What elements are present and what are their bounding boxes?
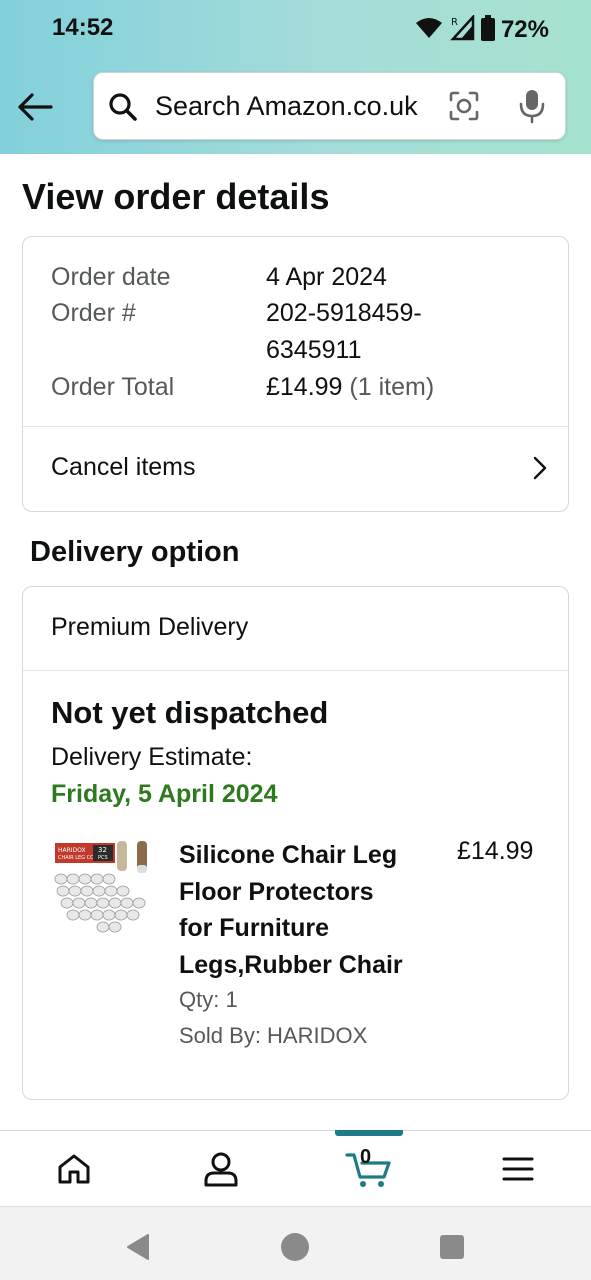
status-bar: 14:52 R 72%: [0, 0, 591, 58]
microphone-icon[interactable]: [518, 88, 546, 129]
person-icon: [204, 1152, 237, 1187]
product-image-brand: HARIDOX: [58, 847, 86, 854]
hamburger-menu-icon: [502, 1157, 533, 1181]
order-date-label: Order date: [51, 263, 171, 291]
circle-home-icon: [281, 1233, 309, 1261]
order-total-label: Order Total: [51, 373, 175, 401]
home-icon: [58, 1154, 89, 1184]
product-image-count: 32: [98, 846, 107, 854]
status-icons: R 72%: [415, 13, 549, 46]
product-seller: Sold By: HARIDOX: [179, 1023, 368, 1048]
camera-scan-icon[interactable]: [448, 90, 480, 127]
order-number-value-line1: 202-5918459-: [266, 299, 422, 327]
search-icon[interactable]: [108, 92, 138, 127]
cart-count-badge: 0: [360, 1146, 372, 1168]
product-price: £14.99: [457, 837, 534, 865]
order-total-value: £14.99 (1 item): [266, 373, 434, 402]
delivery-estimate-label: Delivery Estimate:: [51, 743, 253, 771]
order-total-items: (1 item): [349, 373, 435, 401]
signal-icon: R: [449, 13, 475, 46]
order-number-value-line2: 6345911: [266, 336, 362, 364]
product-title-line: Legs,Rubber Chair: [179, 950, 403, 979]
search-input[interactable]: Search Amazon.co.uk: [155, 91, 418, 122]
delivery-estimate-date: Friday, 5 April 2024: [51, 780, 278, 808]
arrow-left-icon: [18, 93, 53, 121]
product-image-unit: PCS: [98, 855, 108, 861]
nav-account[interactable]: [147, 1131, 294, 1207]
product-title-link[interactable]: Silicone Chair Leg Floor Protectors for …: [179, 837, 429, 983]
chevron-right-icon: [532, 455, 548, 486]
delivery-section-title: Delivery option: [30, 536, 240, 568]
order-number-label: Order #: [51, 299, 136, 327]
nav-cart[interactable]: 0: [295, 1131, 442, 1207]
square-recents-icon: [440, 1235, 464, 1259]
system-home-button[interactable]: [275, 1227, 315, 1267]
product-title-line: Silicone Chair Leg: [179, 841, 398, 869]
page-title: View order details: [22, 176, 330, 217]
delivery-card: Premium Delivery Not yet dispatched Deli…: [22, 586, 569, 1100]
order-summary-card: Order date 4 Apr 2024 Order # 202-591845…: [22, 236, 569, 512]
svg-text:R: R: [451, 17, 458, 28]
product-quantity: Qty: 1: [179, 987, 238, 1012]
back-button[interactable]: [14, 86, 56, 128]
search-bar[interactable]: Search Amazon.co.uk: [93, 72, 566, 140]
nav-home[interactable]: [0, 1131, 147, 1207]
app-header: 14:52 R 72% Search Amazon.co.uk: [0, 0, 591, 154]
nav-menu[interactable]: [444, 1131, 591, 1207]
order-date-value: 4 Apr 2024: [266, 263, 387, 291]
divider: [23, 670, 568, 671]
cancel-items-button[interactable]: Cancel items: [23, 427, 568, 511]
system-navigation-bar: [0, 1206, 591, 1280]
battery-percent: 72%: [500, 16, 549, 43]
triangle-back-icon: [127, 1234, 149, 1260]
product-title-line: Floor Protectors: [179, 877, 374, 906]
cancel-items-label: Cancel items: [51, 453, 196, 481]
order-total-amount: £14.99: [266, 373, 343, 401]
battery-icon: [480, 14, 495, 46]
delivery-option-name: Premium Delivery: [51, 613, 249, 641]
status-time: 14:52: [52, 14, 114, 41]
wifi-icon: [415, 16, 443, 45]
system-recents-button[interactable]: [432, 1227, 472, 1267]
product-title-line: for Furniture: [179, 914, 329, 942]
system-back-button[interactable]: [118, 1227, 158, 1267]
product-image[interactable]: HARIDOX CHAIR LEG COVERS 32 PCS: [53, 839, 153, 939]
bottom-nav: 0: [0, 1130, 591, 1206]
shipment-status: Not yet dispatched: [51, 695, 329, 730]
